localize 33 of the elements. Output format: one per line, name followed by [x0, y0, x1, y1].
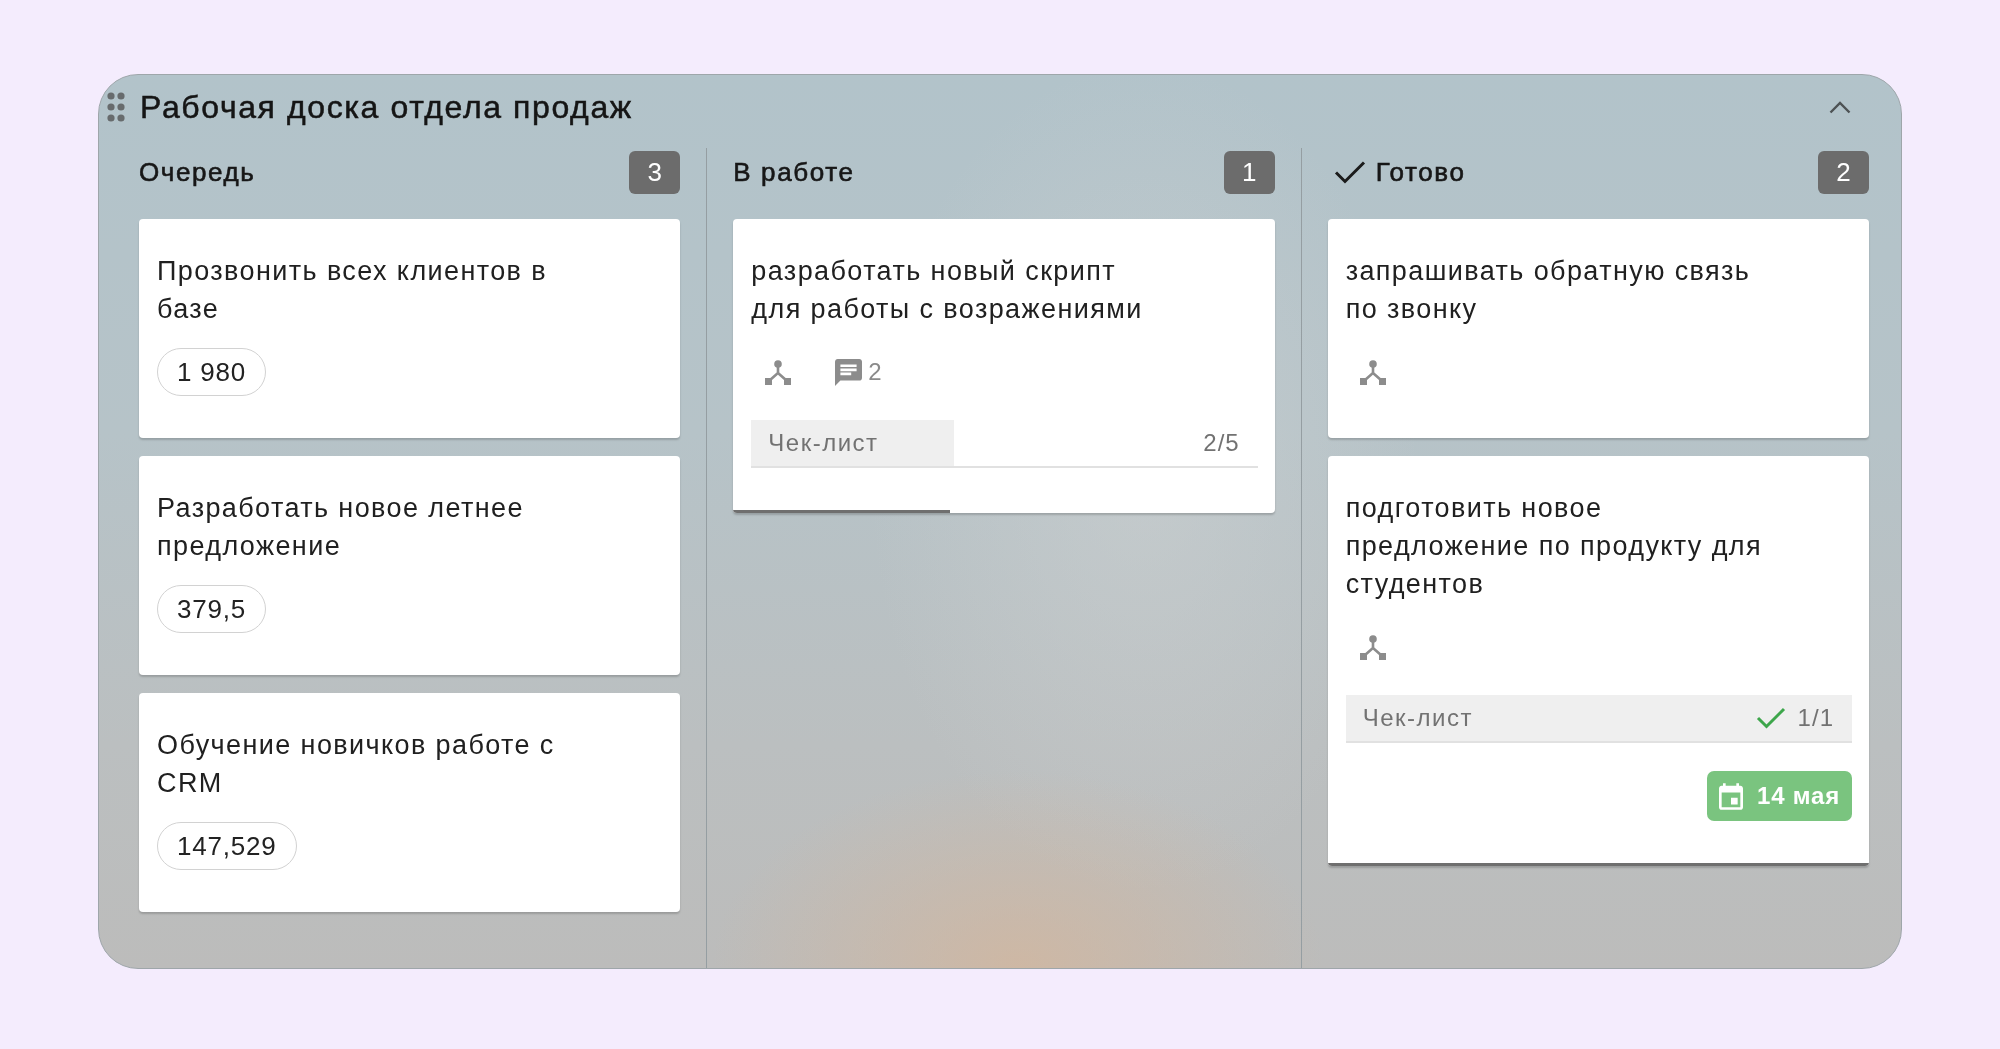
card-count: 1 — [1223, 151, 1275, 194]
card-title: подготовить новое предложение по продукту для студентов — [1345, 492, 1763, 601]
card-title: Обучение новичков работе с CRM — [157, 729, 556, 800]
column-title: В работе — [733, 157, 855, 188]
checklist-label: Чек-лист — [768, 429, 879, 457]
card-title: Разработать новое летнее предложение — [157, 492, 525, 563]
checklist-progress-track[interactable]: Чек-лист 1/1 — [1345, 695, 1852, 743]
column-title: Готово — [1375, 157, 1466, 188]
card-title: Прозвонить всех клиентов в базе — [157, 255, 548, 326]
drag-handle-icon[interactable] — [107, 92, 125, 122]
task-card[interactable]: разработать новый скрипт для работы с возражениями 2 Чек-лист 2/5 — [733, 219, 1275, 513]
board-title: Рабочая доска отдела продаж — [140, 88, 633, 126]
card-title: разработать новый скрипт для работы с возражениями — [751, 255, 1144, 326]
comment-count: 2 — [868, 358, 882, 386]
chevron-up-icon[interactable] — [1829, 100, 1851, 114]
task-card[interactable]: Разработать новое летнее предложение 379,5 — [139, 456, 681, 675]
checklist-progress-track[interactable]: Чек-лист 2/5 — [751, 420, 1258, 468]
fork-icon[interactable] — [1359, 634, 1386, 660]
task-card[interactable]: Прозвонить всех клиентов в базе 1 980 — [139, 219, 681, 438]
fork-icon[interactable] — [765, 359, 792, 385]
task-card[interactable]: Обучение новичков работе с CRM 147,529 — [139, 693, 681, 912]
fork-icon[interactable] — [1359, 359, 1386, 385]
checklist-count: 1/1 — [1797, 704, 1834, 732]
column-title: Очередь — [139, 157, 256, 188]
card-count: 2 — [1818, 151, 1869, 194]
card-title: запрашивать обратную связь по звонку — [1345, 255, 1752, 326]
calendar-icon — [1719, 782, 1744, 810]
comment-icon[interactable] — [835, 358, 863, 386]
checklist-count: 2/5 — [1203, 429, 1240, 457]
card-count: 3 — [629, 151, 681, 194]
checklist-label: Чек-лист — [1362, 704, 1473, 732]
task-card[interactable]: запрашивать обратную связь по звонку — [1327, 219, 1869, 438]
task-card[interactable]: подготовить новое предложение по продукту для студентов Чек-лист 1/1 14 мая — [1327, 456, 1869, 866]
